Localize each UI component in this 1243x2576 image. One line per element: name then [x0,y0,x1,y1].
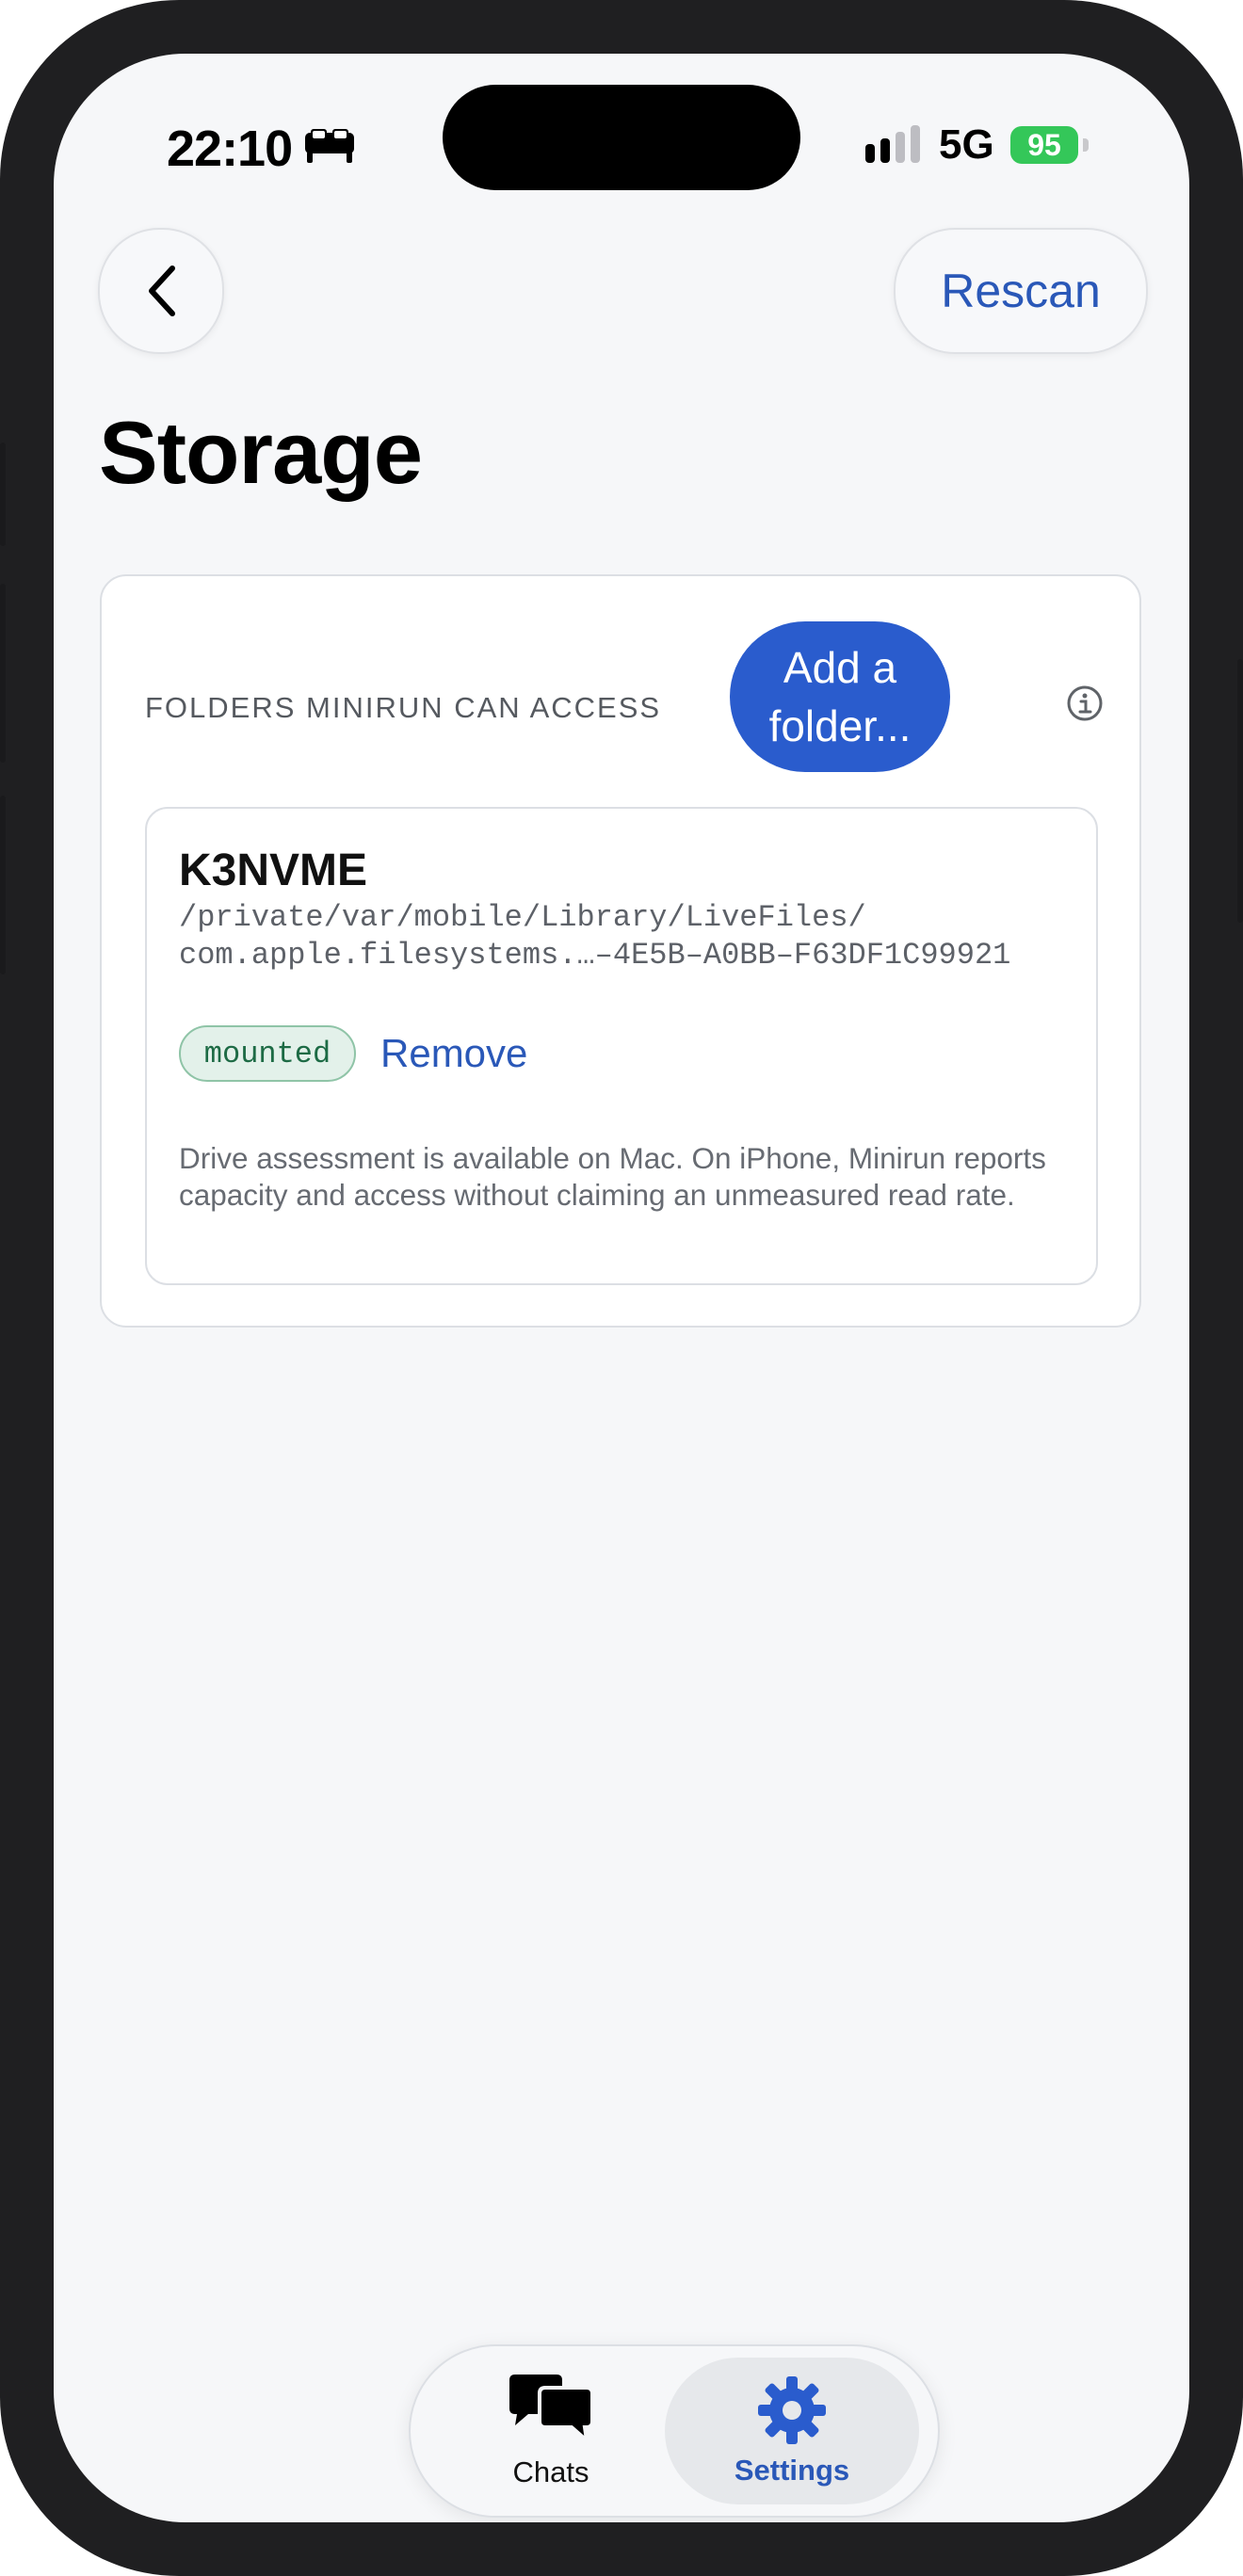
network-type: 5G [939,121,994,168]
dynamic-island [443,85,800,190]
tab-chats-label: Chats [512,2455,589,2488]
drive-assessment-note: Drive assessment is available on Mac. On… [179,1141,1046,1212]
folder-path-line-2: com.apple.filesystems.…–4E5B–A0BB–F63DF1… [179,938,1011,973]
gear-icon [758,2376,826,2444]
bed-icon [305,129,354,163]
action-button [0,443,6,546]
screen: 22:10 5G 95 Rescan Storage FOLDERS MINIR… [54,54,1189,2522]
rescan-button[interactable]: Rescan [894,228,1148,354]
device-frame: 22:10 5G 95 Rescan Storage FOLDERS MINIR… [0,0,1243,2576]
section-header: FOLDERS MINIRUN CAN ACCESS [145,691,662,724]
chat-bubbles-icon [509,2375,594,2446]
tab-settings-label: Settings [734,2454,850,2487]
volume-down-button [0,796,6,974]
chevron-left-icon [149,266,175,316]
tab-bar: Chats Settings [409,2344,940,2518]
folders-card: FOLDERS MINIRUN CAN ACCESS Add a folder.… [100,574,1141,1328]
back-button[interactable] [98,228,224,354]
folder-item: K3NVME /private/var/mobile/Library/LiveF… [145,807,1098,1285]
tab-chats[interactable]: Chats [424,2358,678,2504]
battery-charging-icon: 95 [1010,126,1078,164]
tab-settings[interactable]: Settings [665,2358,919,2504]
power-button [1237,659,1243,923]
cellular-signal-icon [865,125,920,163]
folder-path: /private/var/mobile/Library/LiveFiles/ c… [179,899,1083,974]
add-folder-button[interactable]: Add a folder... [730,621,950,772]
page-title: Storage [99,403,423,502]
folder-path-line-1: /private/var/mobile/Library/LiveFiles/ [179,900,866,935]
volume-up-button [0,584,6,763]
folder-name: K3NVME [179,845,368,895]
battery-tip [1083,138,1089,152]
status-badge: mounted [179,1025,356,1082]
info-icon[interactable] [1066,684,1104,722]
status-time: 22:10 [167,121,293,177]
remove-button[interactable]: Remove [380,1031,527,1076]
add-folder-label: Add a folder... [768,643,912,750]
